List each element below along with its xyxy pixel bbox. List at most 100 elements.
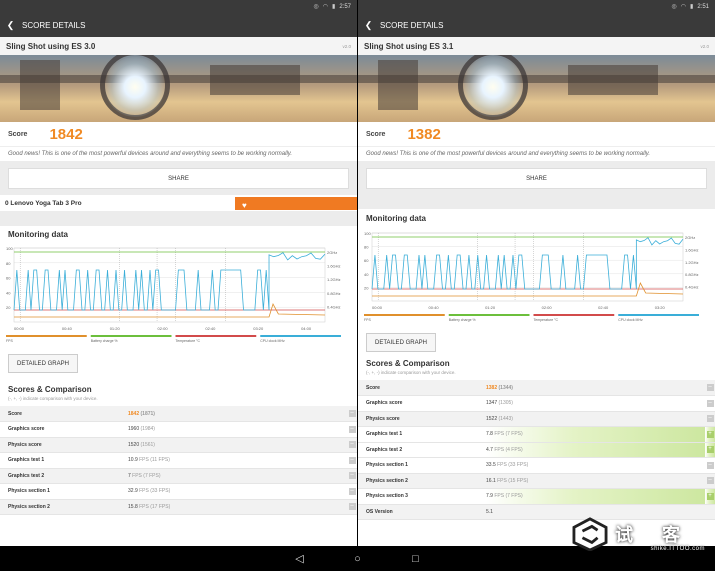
expand-cell[interactable]: – <box>705 473 715 489</box>
score-label: Score <box>366 130 386 138</box>
expand-icon[interactable]: + <box>706 446 714 454</box>
row-value: 33.5 FPS (33 FPS) <box>486 457 705 474</box>
expand-icon[interactable]: – <box>348 410 356 417</box>
detailed-graph-button[interactable]: DETAILED GRAPH <box>8 354 78 373</box>
recents-nav-icon[interactable]: □ <box>409 553 423 565</box>
expand-cell[interactable]: – <box>347 483 357 500</box>
y-tick-label: 20 <box>364 285 369 290</box>
expand-cell[interactable]: – <box>705 395 715 412</box>
table-row[interactable]: Graphics score 1347 (1305) – <box>358 395 715 412</box>
expand-cell[interactable]: – <box>347 406 357 422</box>
table-row[interactable]: Score 1382 (1344) – <box>358 380 715 396</box>
x-tick-label: 02:40 <box>205 326 216 331</box>
heart-icon[interactable]: ♥ <box>242 201 247 210</box>
expand-cell[interactable]: – <box>347 452 357 469</box>
good-news-text: Good news! This is one of the most power… <box>358 146 715 161</box>
expand-cell[interactable]: – <box>705 411 715 427</box>
expand-icon[interactable]: – <box>706 399 714 407</box>
legend-swatch <box>260 335 341 337</box>
monitoring-title: Monitoring data <box>8 229 68 239</box>
comparison-title: Scores & Comparison <box>366 358 450 368</box>
expand-icon[interactable]: – <box>706 415 714 423</box>
score-row: Score 1382 <box>358 122 715 146</box>
good-news-text: Good news! This is one of the most power… <box>0 146 357 161</box>
row-best: FPS (17 FPS) <box>139 503 171 510</box>
expand-icon[interactable]: + <box>706 492 714 500</box>
table-row[interactable]: Graphics test 1 10.9 FPS (11 FPS) – <box>0 452 357 469</box>
row-name: Graphics test 1 <box>0 452 128 469</box>
expand-cell[interactable]: – <box>347 437 357 453</box>
table-row[interactable]: Physics score 1520 (1561) – <box>0 437 357 453</box>
expand-cell[interactable]: + <box>705 488 715 505</box>
x-tick-label: 01:20 <box>485 305 496 310</box>
expand-cell[interactable]: – <box>347 468 357 484</box>
row-score: 16.1 <box>486 477 496 484</box>
row-best: FPS (11 FPS) <box>139 457 170 464</box>
expand-icon[interactable]: – <box>348 441 356 449</box>
monitoring-graph: 100 80 60 40 20 2GHz 1.6GHz 1.2GHz 0.8GHz 0.4GHz 0… <box>6 242 357 348</box>
x-tick-label: 04:00 <box>301 326 312 331</box>
table-row[interactable]: Physics section 2 15.8 FPS (17 FPS) – <box>0 499 357 515</box>
row-score: 1842 <box>128 410 140 417</box>
expand-icon[interactable]: – <box>706 461 714 469</box>
home-nav-icon[interactable]: ○ <box>351 553 365 565</box>
table-row[interactable]: Graphics test 2 4.7 FPS (4 FPS) + <box>358 442 715 458</box>
table-row[interactable]: Physics section 2 16.1 FPS (15 FPS) – <box>358 473 715 489</box>
back-nav-icon[interactable]: ◁ <box>293 552 307 565</box>
legend-label: Battery charge % <box>91 339 118 343</box>
table-row[interactable]: Physics section 1 33.5 FPS (33 FPS) – <box>358 457 715 474</box>
back-icon[interactable]: ❮ <box>362 19 375 32</box>
table-row[interactable]: Graphics test 27 FPS (7 FPS) – <box>0 468 357 484</box>
y-tick-label: 80 <box>6 261 11 266</box>
row-score: 1522 <box>486 415 498 422</box>
detailed-graph-button[interactable]: DETAILED GRAPH <box>366 333 436 352</box>
expand-icon[interactable]: + <box>706 430 714 438</box>
monitoring-graph: 100 80 60 40 20 2GHz 1.6GHz 1.2GHz 0.8GHz 0.4GHz 0… <box>364 227 715 327</box>
row-score: 1382 <box>486 384 498 391</box>
legend-swatch <box>448 314 530 316</box>
y-tick-label: 60 <box>364 258 369 263</box>
expand-icon[interactable]: – <box>348 425 356 433</box>
expand-cell[interactable]: + <box>705 426 715 443</box>
row-name: Physics score <box>0 437 128 453</box>
row-name: Graphics score <box>0 421 128 438</box>
legend-label: CPU clock MHz <box>618 318 643 322</box>
expand-icon[interactable]: – <box>348 487 356 495</box>
expand-icon[interactable]: – <box>348 472 356 480</box>
monitoring-chart: 100 80 60 40 20 2GHz 1.6GHz 1.2GHz 0.8GHz 0.4GHz 0… <box>6 246 341 343</box>
expand-icon[interactable]: – <box>706 477 714 485</box>
share-button[interactable]: SHARE <box>8 168 349 189</box>
device-comparison-row[interactable]: 0 Lenovo Yoga Tab 3 Pro ♥ <box>0 195 357 211</box>
x-tick-label: 00:00 <box>372 305 383 310</box>
row-value: 4.7 FPS (4 FPS) <box>486 442 705 458</box>
table-row[interactable]: Graphics test 1 7.8 FPS (7 FPS) + <box>358 426 715 443</box>
watermark: 试 客 shike.ITTOO.com <box>571 516 711 552</box>
version-label: v2.0 <box>342 43 351 49</box>
table-row[interactable]: Physics section 1 32.9 FPS (33 FPS) – <box>0 483 357 500</box>
expand-cell[interactable]: + <box>705 442 715 458</box>
share-button[interactable]: SHARE <box>366 168 707 189</box>
page-title: SCORE DETAILS <box>380 20 444 30</box>
row-name: Physics section 1 <box>358 457 486 474</box>
y2-tick-label: 0.8GHz <box>685 272 699 277</box>
x-tick-label: 03:20 <box>253 326 264 331</box>
device-score-bar: ♥ <box>235 196 357 210</box>
back-icon[interactable]: ❮ <box>4 19 17 32</box>
table-row[interactable]: Physics section 3 7.9 FPS (7 FPS) + <box>358 488 715 505</box>
expand-icon[interactable]: – <box>706 384 714 391</box>
expand-icon[interactable]: – <box>348 503 356 511</box>
legend-label: Temperature °C <box>534 318 559 322</box>
legend-label: Temperature °C <box>176 339 201 343</box>
expand-cell[interactable]: – <box>705 380 715 396</box>
table-row[interactable]: Graphics score 1960 (1984) – <box>0 421 357 438</box>
expand-icon[interactable]: – <box>348 456 356 464</box>
expand-cell[interactable]: – <box>347 421 357 438</box>
table-row[interactable]: Physics score 1522 (1443) – <box>358 411 715 427</box>
expand-cell[interactable]: – <box>347 499 357 515</box>
divider <box>0 211 357 226</box>
y-tick-label: 100 <box>6 246 13 251</box>
expand-cell[interactable]: – <box>705 457 715 474</box>
table-row[interactable]: Score 1842 (1871) – <box>0 406 357 422</box>
row-score: 1960 <box>128 426 140 433</box>
row-name: Physics section 2 <box>0 499 128 515</box>
